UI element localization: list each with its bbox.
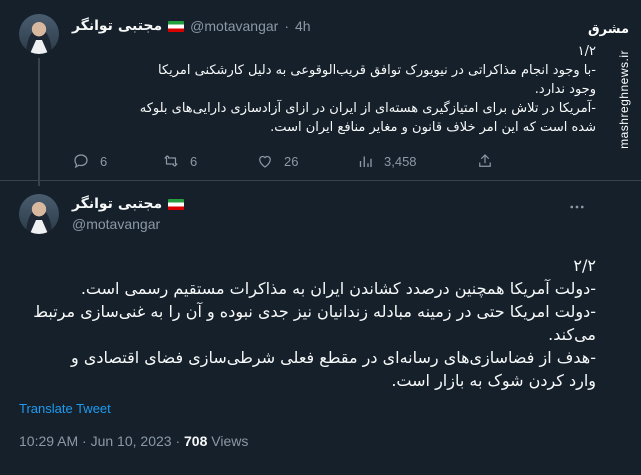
more-options-icon[interactable] (568, 198, 586, 216)
reply-count: 6 (100, 153, 108, 169)
reply-action[interactable]: 6 (72, 152, 107, 170)
tweet-line: -دولت امریکا حتی در زمینه مبادله زندانیا… (33, 302, 596, 321)
separator-dot: · (284, 18, 289, 34)
tweet-line: -آمریکا در تلاش برای امتیازگیری هسته‌ای … (139, 101, 596, 116)
views-count: 3,458 (384, 153, 417, 169)
avatar[interactable] (19, 194, 59, 234)
tweet-timestamp[interactable]: 10:29 AM · Jun 10, 2023 · (19, 433, 184, 449)
tweet-timestamp-row: 10:29 AM · Jun 10, 2023 · 708 Views (19, 433, 248, 449)
tweet-time[interactable]: 4h (295, 18, 311, 34)
share-icon (479, 154, 491, 167)
tweet-header: مجتبی توانگر @motavangar · 4h (72, 18, 311, 34)
tweet-line: -هدف از فضاسازی‌های رسانه‌ای در مقطع فعل… (71, 348, 596, 367)
retweet-icon (164, 155, 178, 167)
tweet-divider (0, 180, 641, 181)
tweet-line: -با وجود انجام مذاکراتی در نیویورک توافق… (157, 63, 596, 78)
retweet-action[interactable]: 6 (162, 152, 197, 170)
tweet-body: ۱/۲ -با وجود انجام مذاکراتی در نیویورک ت… (60, 42, 596, 137)
reply-icon (74, 154, 88, 169)
thread-counter: ۲/۲ (573, 256, 596, 275)
tweet-line: وارد کردن شوک به بازار است. (391, 371, 596, 390)
iran-flag-icon (168, 20, 185, 32)
watermark-logo: مشرق (588, 22, 629, 37)
translate-tweet-link[interactable]: Translate Tweet (19, 401, 111, 416)
author-name-row: مجتبی توانگر (72, 196, 185, 212)
tweet-line: شده است که این امر خلاف قانون و مغایر من… (270, 120, 596, 135)
views-action[interactable]: 3,458 (356, 152, 417, 170)
views-label: Views (207, 433, 249, 449)
tweet-line: -دولت آمریکا همچنین درصدد کشاندن ایران ب… (80, 279, 596, 298)
views-icon (359, 156, 372, 167)
avatar[interactable] (19, 14, 59, 54)
tweet-line: وجود ندارد. (534, 82, 596, 97)
views-count: 708 (184, 433, 208, 449)
author-name[interactable]: مجتبی توانگر (72, 196, 162, 212)
thread-counter: ۱/۲ (577, 44, 596, 59)
author-handle[interactable]: @motavangar (72, 216, 160, 232)
watermark-site: mashreghnews.ir (617, 50, 631, 149)
thread-connector-line (38, 58, 40, 186)
share-action[interactable] (476, 152, 494, 170)
retweet-count: 6 (190, 153, 198, 169)
watermark: مشرق mashreghnews.ir (588, 10, 637, 160)
like-count: 26 (284, 153, 299, 169)
heart-icon (259, 155, 271, 168)
like-action[interactable]: 26 (256, 152, 298, 170)
author-handle[interactable]: @motavangar (190, 18, 278, 34)
author-name[interactable]: مجتبی توانگر (72, 18, 162, 34)
tweet-line: می‌کند. (548, 325, 596, 344)
tweet-body: ۲/۲ -دولت آمریکا همچنین درصدد کشاندن ایر… (16, 254, 596, 392)
iran-flag-icon (168, 198, 185, 210)
